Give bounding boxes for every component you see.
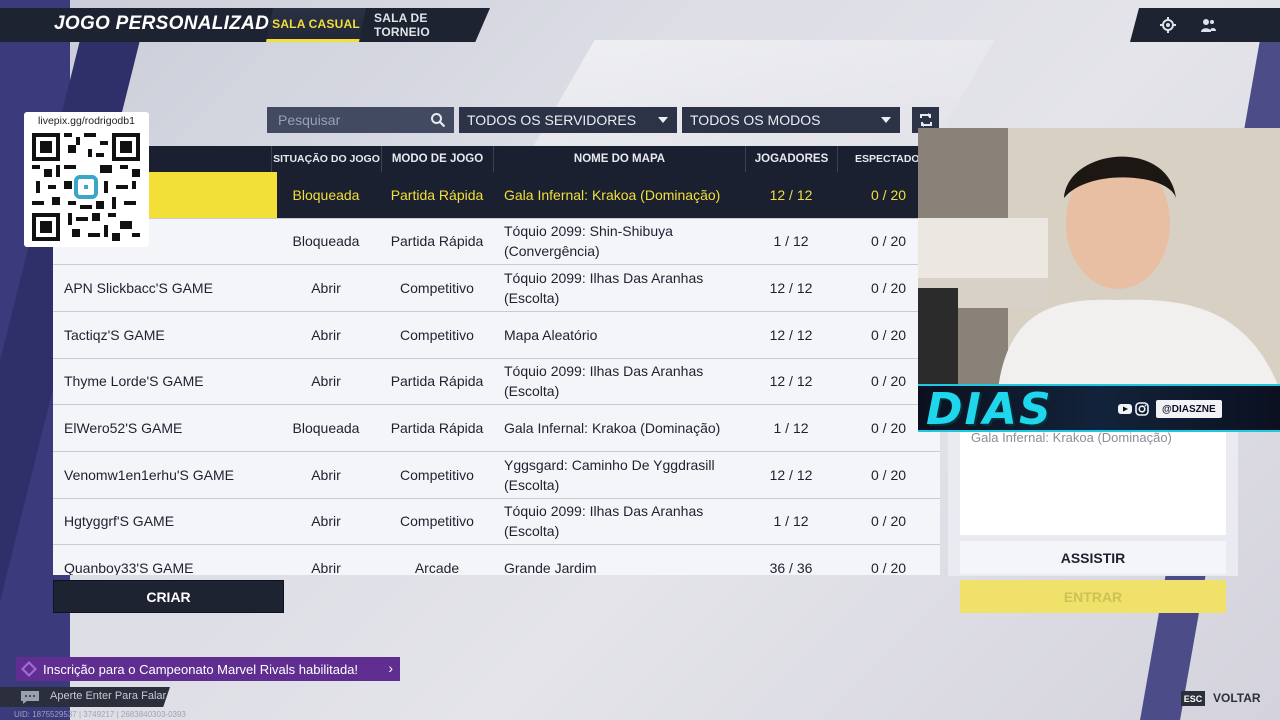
join-button[interactable]: ENTRAR <box>960 580 1226 613</box>
room-map: Grande Jardim <box>504 560 597 575</box>
streamer-banner: DIAS @DIASZNE <box>918 384 1280 435</box>
friends-icon[interactable] <box>1200 17 1216 33</box>
room-mode: Competitivo <box>400 513 474 530</box>
room-map: Yggsgard: Caminho De Yggdrasill (Escolta… <box>504 456 715 493</box>
room-players: 1 / 12 <box>773 233 809 250</box>
instagram-icon <box>1135 402 1149 416</box>
room-status: Abrir <box>311 560 341 575</box>
page-title: JOGO PERSONALIZADO <box>54 13 285 34</box>
qr-code-card: livepix.gg/rodrigodb1 <box>24 112 149 247</box>
room-name: Thyme Lorde'S GAME <box>64 373 204 390</box>
table-row[interactable]: S GAME Bloqueada Partida Rápida Gala Inf… <box>53 172 940 219</box>
qr-label: livepix.gg/rodrigodb1 <box>38 115 135 127</box>
chevron-down-icon <box>658 117 668 123</box>
column-header-status[interactable]: SITUAÇÃO DO JOGO <box>271 146 381 172</box>
chevron-right-icon[interactable]: › <box>388 660 393 676</box>
search-input[interactable]: Pesquisar <box>267 107 454 133</box>
table-row[interactable]: Hgtyggrf'S GAME Abrir Competitivo Tóquio… <box>53 498 940 546</box>
chat-hint: Aperte Enter Para Falar <box>50 690 167 702</box>
room-status: Abrir <box>311 326 341 343</box>
table-row[interactable]: Venomw1en1erhu'S GAME Abrir Competitivo … <box>53 451 940 499</box>
room-mode: Partida Rápida <box>390 373 484 390</box>
room-name: Venomw1en1erhu'S GAME <box>64 466 234 483</box>
mode-dropdown[interactable]: TODOS OS MODOS <box>682 107 900 133</box>
room-status: Abrir <box>311 513 341 530</box>
room-map: Gala Infernal: Krakoa (Dominação) <box>504 420 721 437</box>
create-button[interactable]: CRIAR <box>53 580 284 613</box>
server-dropdown-value: TODOS OS SERVIDORES <box>467 112 637 128</box>
table-header: SITUAÇÃO DO JOGO MODO DE JOGO NOME DO MA… <box>53 146 940 172</box>
room-map: Gala Infernal: Krakoa (Dominação) <box>504 186 721 203</box>
tab-sala-casual[interactable]: SALA CASUAL <box>266 8 366 42</box>
room-players: 12 / 12 <box>769 186 813 203</box>
room-players: 1 / 12 <box>773 513 809 530</box>
room-map: Tóquio 2099: Shin-Shibuya (Convergência) <box>504 223 673 260</box>
streamer-handle: @DIASZNE <box>1156 400 1222 418</box>
notification-text: Inscrição para o Campeonato Marvel Rival… <box>43 661 359 677</box>
room-status: Abrir <box>311 466 341 483</box>
room-status: Bloqueada <box>292 233 360 250</box>
column-header-players[interactable]: JOGADORES <box>745 146 837 172</box>
webcam-image <box>918 128 1280 390</box>
room-status: Abrir <box>311 373 341 390</box>
column-header-map[interactable]: NOME DO MAPA <box>493 146 745 172</box>
room-mode: Partida Rápida <box>390 186 484 203</box>
back-button[interactable]: VOLTAR <box>1213 691 1261 705</box>
table-row[interactable]: S GAME Bloqueada Partida Rápida Tóquio 2… <box>53 218 940 266</box>
room-spectators: 0 / 20 <box>870 513 907 530</box>
room-status: Abrir <box>311 280 341 297</box>
search-placeholder: Pesquisar <box>278 112 341 128</box>
table-row[interactable]: Quanboy33'S GAME Abrir Arcade Grande Jar… <box>53 545 940 575</box>
uid-text: UID: 1875529537 | 3749217 | 2683840303-0… <box>14 710 186 719</box>
room-name: Tactiqz'S GAME <box>64 326 165 343</box>
server-dropdown[interactable]: TODOS OS SERVIDORES <box>459 107 677 133</box>
table-row[interactable]: Thyme Lorde'S GAME Abrir Partida Rápida … <box>53 358 940 406</box>
room-map: Tóquio 2099: Ilhas Das Aranhas (Escolta) <box>504 503 704 540</box>
room-map: Tóquio 2099: Ilhas Das Aranhas (Escolta) <box>504 270 704 307</box>
search-icon[interactable] <box>430 112 446 128</box>
table-row[interactable]: ElWero52'S GAME Bloqueada Partida Rápida… <box>53 405 940 452</box>
streamer-name: DIAS <box>926 384 1053 435</box>
room-players: 36 / 36 <box>769 560 813 575</box>
room-mode: Competitivo <box>400 466 474 483</box>
room-map: Tóquio 2099: Ilhas Das Aranhas (Escolta) <box>504 363 704 400</box>
esc-key-badge[interactable]: ESC <box>1181 691 1205 706</box>
webcam-overlay <box>918 128 1280 390</box>
room-name: ElWero52'S GAME <box>64 420 183 437</box>
qr-code-icon <box>32 133 140 241</box>
refresh-icon <box>919 113 932 127</box>
room-mode: Partida Rápida <box>390 420 484 437</box>
mode-dropdown-value: TODOS OS MODOS <box>690 112 821 128</box>
room-mode: Arcade <box>414 560 460 575</box>
room-status: Bloqueada <box>292 420 360 437</box>
room-players: 12 / 12 <box>769 373 813 390</box>
room-players: 12 / 12 <box>769 280 813 297</box>
room-spectators: 0 / 20 <box>870 466 907 483</box>
chat-icon <box>21 691 39 704</box>
room-map: Mapa Aleatório <box>504 326 598 343</box>
room-players: 12 / 12 <box>769 466 813 483</box>
room-list[interactable]: S GAME Bloqueada Partida Rápida Gala Inf… <box>53 172 940 575</box>
room-name: Quanboy33'S GAME <box>64 560 194 575</box>
tournament-icon <box>21 661 37 677</box>
table-row[interactable]: APN Slickbacc'S GAME Abrir Competitivo T… <box>53 265 940 312</box>
room-name: Hgtyggrf'S GAME <box>64 513 175 530</box>
watch-button[interactable]: ASSISTIR <box>960 541 1226 574</box>
tab-sala-torneio[interactable]: SALA DE TORNEIO <box>374 8 482 42</box>
column-header-mode[interactable]: MODO DE JOGO <box>381 146 493 172</box>
room-spectators: 0 / 20 <box>870 560 907 575</box>
top-right-bar <box>1130 8 1280 42</box>
room-mode: Competitivo <box>400 280 474 297</box>
room-mode: Partida Rápida <box>390 233 484 250</box>
room-mode: Competitivo <box>400 326 474 343</box>
youtube-icon <box>1118 404 1132 414</box>
room-players: 1 / 12 <box>773 420 809 437</box>
chevron-down-icon <box>881 117 891 123</box>
room-name: APN Slickbacc'S GAME <box>64 280 213 297</box>
notification-banner[interactable]: Inscrição para o Campeonato Marvel Rival… <box>16 657 400 681</box>
gear-icon[interactable] <box>1160 17 1176 33</box>
room-players: 12 / 12 <box>769 326 813 343</box>
room-status: Bloqueada <box>292 186 360 203</box>
table-row[interactable]: Tactiqz'S GAME Abrir Competitivo Mapa Al… <box>53 311 940 359</box>
